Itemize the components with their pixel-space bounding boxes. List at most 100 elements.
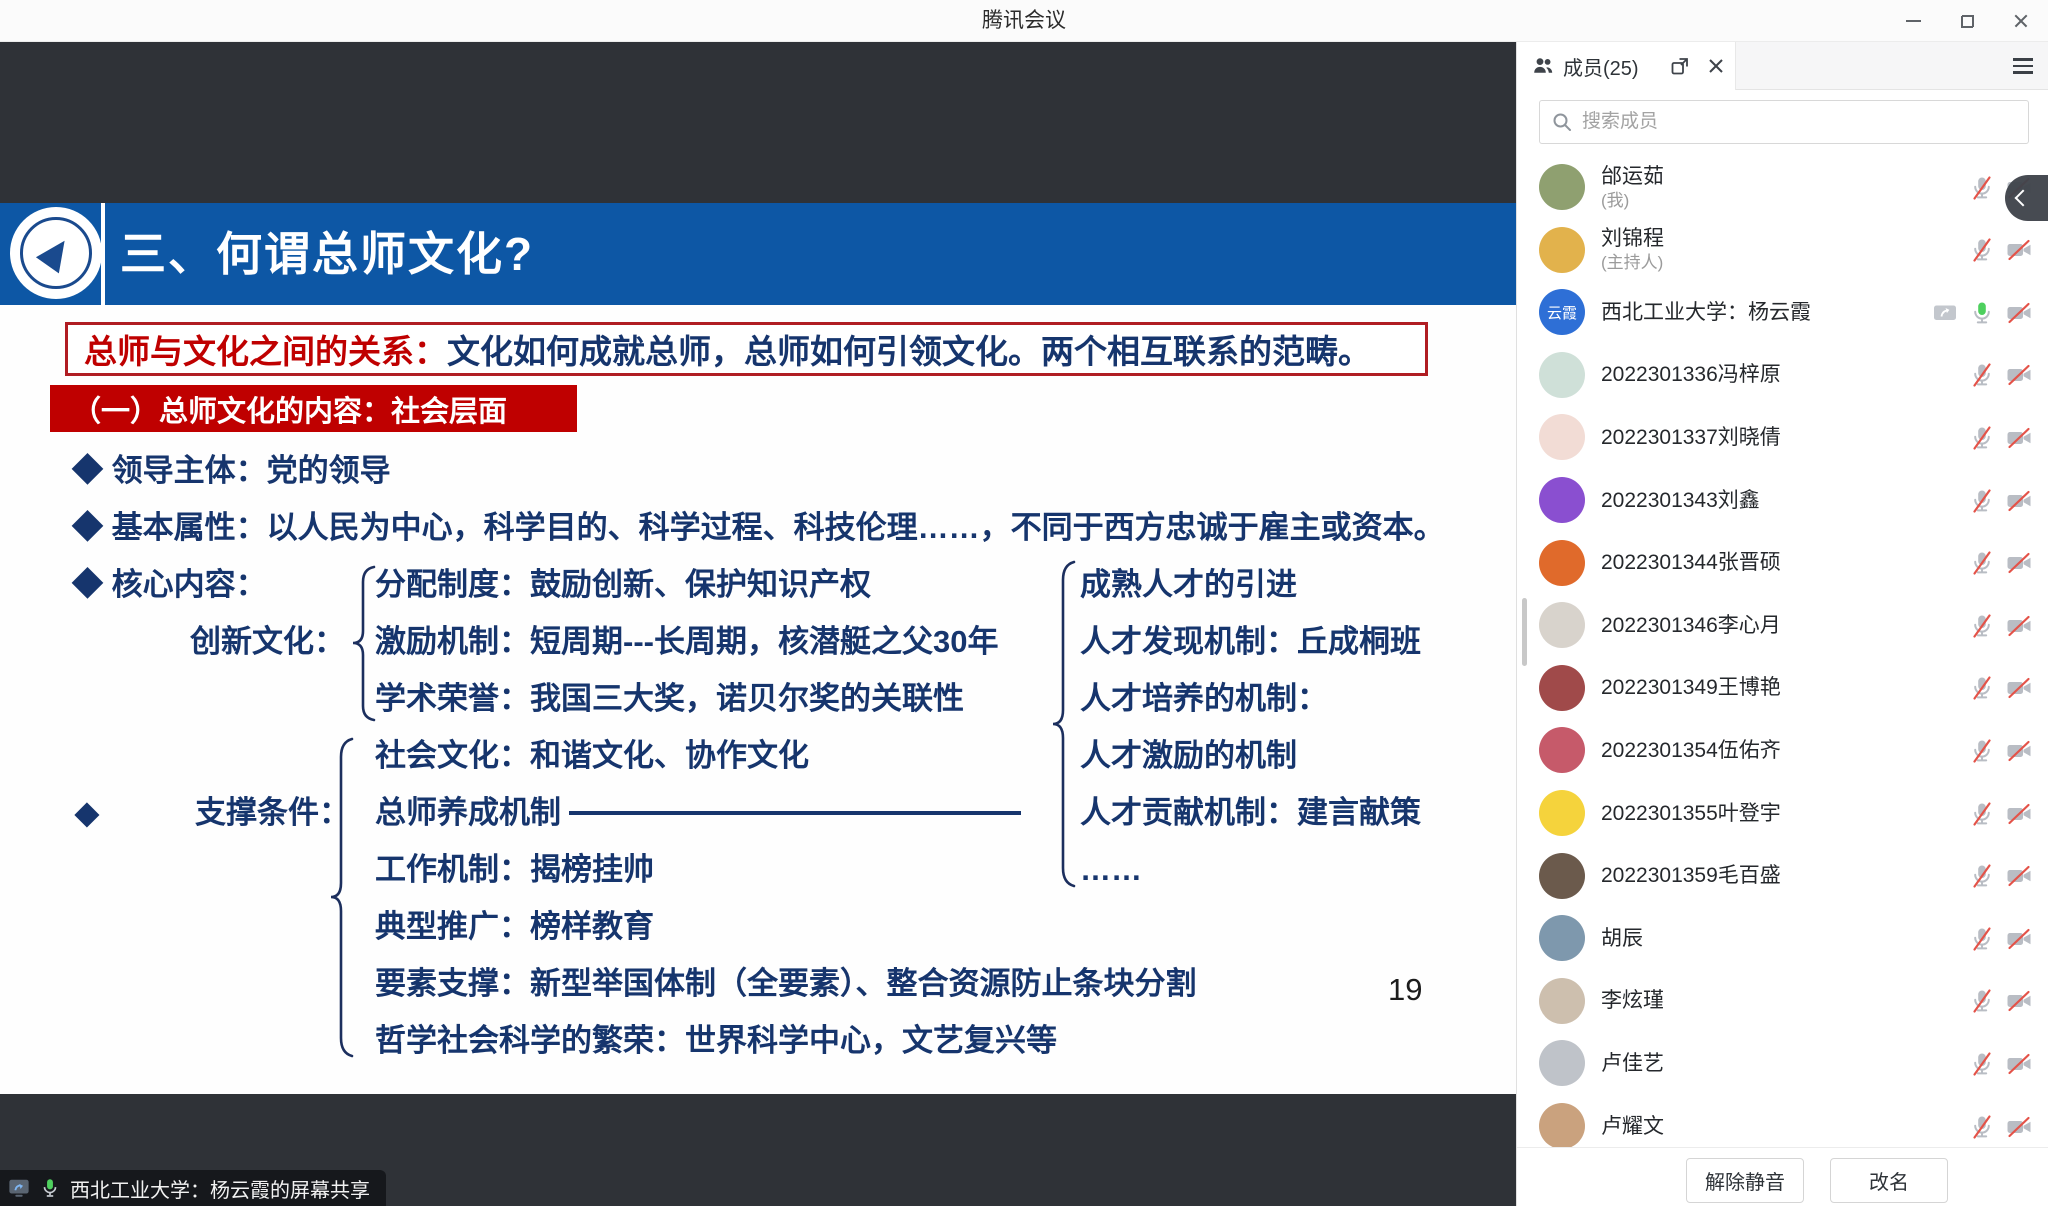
camera-icon bbox=[2005, 612, 2033, 640]
screen-share-stage: 三、何谓总师文化? 总师与文化之间的关系： 文化如何成就总师，总师如何引领文化。… bbox=[0, 42, 1516, 1206]
member-name: 2022301343刘鑫 bbox=[1601, 488, 1760, 514]
slide-tree-right-row: 人才培养的机制： bbox=[1080, 678, 1328, 720]
member-row[interactable]: 胡辰 bbox=[1517, 907, 2048, 970]
member-name: 2022301337刘晓倩 bbox=[1601, 425, 1781, 451]
camera-icon bbox=[2005, 361, 2033, 389]
slide-tree-right-row: 人才贡献机制：建言献策 bbox=[1080, 792, 1421, 834]
camera-icon bbox=[2005, 987, 2033, 1015]
camera-icon bbox=[2005, 674, 2033, 702]
camera-icon bbox=[2005, 299, 2033, 327]
restore-icon bbox=[1961, 15, 1974, 28]
member-row[interactable]: 卢佳艺 bbox=[1517, 1032, 2048, 1095]
member-row[interactable]: 邰运茹 (我) bbox=[1517, 156, 2048, 219]
slide-header-band: 三、何谓总师文化? bbox=[0, 203, 1516, 305]
member-row[interactable]: 2022301337刘晓倩 bbox=[1517, 406, 2048, 469]
camera-icon bbox=[2005, 424, 2033, 452]
member-list: 邰运茹 (我) 刘锦程 (主持人) bbox=[1517, 42, 2048, 1147]
member-row[interactable]: 2022301349王博艳 bbox=[1517, 657, 2048, 720]
member-name: 李炫瑾 bbox=[1601, 988, 1664, 1014]
member-name: 2022301349王博艳 bbox=[1601, 675, 1781, 701]
slide-tree-right-row: 人才激励的机制 bbox=[1080, 735, 1297, 777]
member-name: 2022301336冯梓原 bbox=[1601, 362, 1781, 388]
member-name: 2022301344张晋硕 bbox=[1601, 550, 1781, 576]
section-title-box: （一）总师文化的内容：社会层面 bbox=[50, 385, 577, 432]
core-content-label: ◆ 核心内容： bbox=[72, 564, 267, 606]
slide-tree-left-row: 学术荣誉：我国三大奖，诺贝尔奖的关联性 bbox=[375, 678, 964, 720]
app-window: 腾讯会议 三、何谓总师文化? 总师与文化之间的关系： 文化如何成就总师，总师如何… bbox=[0, 0, 2048, 1206]
member-avatar bbox=[1539, 853, 1585, 899]
mic-icon bbox=[1968, 862, 1996, 890]
member-row[interactable]: 2022301336冯梓原 bbox=[1517, 344, 2048, 407]
rename-button[interactable]: 改名 bbox=[1830, 1158, 1948, 1203]
slide-tree-left-row: 哲学社会科学的繁荣：世界科学中心，文艺复兴等 bbox=[375, 1020, 1057, 1062]
brace-innovation bbox=[350, 565, 378, 722]
mic-icon bbox=[1968, 925, 1996, 953]
slide-tree-right-row: …… bbox=[1080, 849, 1142, 891]
member-avatar bbox=[1539, 665, 1585, 711]
member-row[interactable]: 2022301346李心月 bbox=[1517, 594, 2048, 657]
member-avatar bbox=[1539, 1103, 1585, 1147]
bullet-leadership: ◆ 领导主体：党的领导 bbox=[72, 450, 391, 492]
minimize-icon bbox=[1906, 20, 1921, 22]
mic-icon bbox=[1968, 612, 1996, 640]
share-status-text: 西北工业大学：杨云霞的屏幕共享 bbox=[70, 1174, 370, 1203]
member-row[interactable]: 2022301355叶登宇 bbox=[1517, 782, 2048, 845]
mic-icon bbox=[1968, 1113, 1996, 1141]
brace-talent bbox=[1050, 560, 1078, 888]
member-name: 邰运茹 bbox=[1601, 164, 1664, 190]
member-avatar bbox=[1539, 477, 1585, 523]
screen-share-icon bbox=[1931, 299, 1959, 327]
member-role: (主持人) bbox=[1601, 252, 1664, 274]
brace-support bbox=[328, 737, 356, 1058]
mic-icon bbox=[1968, 236, 1996, 264]
mic-icon bbox=[1968, 674, 1996, 702]
member-row[interactable]: 云霞 西北工业大学：杨云霞 bbox=[1517, 281, 2048, 344]
camera-icon bbox=[2005, 1113, 2033, 1141]
mic-icon bbox=[1968, 987, 1996, 1015]
restore-button[interactable] bbox=[1952, 6, 1982, 36]
unmute-button[interactable]: 解除静音 bbox=[1686, 1158, 1804, 1203]
mic-icon bbox=[1968, 424, 1996, 452]
member-avatar bbox=[1539, 790, 1585, 836]
slide-tree-right-row: 人才发现机制：丘成桐班 bbox=[1080, 621, 1421, 663]
member-row[interactable]: 刘锦程 (主持人) bbox=[1517, 219, 2048, 282]
scrollbar-thumb[interactable] bbox=[1522, 598, 1527, 666]
bullet-attributes: ◆ 基本属性：以人民为中心，科学目的、科学过程、科技伦理……，不同于西方忠诚于雇… bbox=[72, 507, 1445, 549]
member-row[interactable]: 卢耀文 bbox=[1517, 1095, 2048, 1147]
mic-icon bbox=[1968, 737, 1996, 765]
slide-tree-left-row: 激励机制：短周期---长周期，核潜艇之父30年 bbox=[375, 621, 998, 663]
member-avatar bbox=[1539, 602, 1585, 648]
member-row[interactable]: 2022301344张晋硕 bbox=[1517, 532, 2048, 595]
connector-line bbox=[569, 811, 1021, 815]
member-name: 胡辰 bbox=[1601, 926, 1643, 952]
share-screen-icon bbox=[8, 1177, 30, 1199]
member-row[interactable]: 2022301359毛百盛 bbox=[1517, 845, 2048, 908]
camera-icon bbox=[2005, 549, 2033, 577]
camera-icon bbox=[2005, 236, 2033, 264]
member-avatar bbox=[1539, 915, 1585, 961]
member-avatar bbox=[1539, 227, 1585, 273]
close-button[interactable] bbox=[2006, 6, 2036, 36]
slide-tree-left-row: 分配制度：鼓励创新、保护知识产权 bbox=[375, 564, 871, 606]
member-row[interactable]: 李炫瑾 bbox=[1517, 970, 2048, 1033]
mic-icon bbox=[1968, 174, 1996, 202]
relation-lead: 总师与文化之间的关系： bbox=[84, 325, 447, 373]
camera-icon bbox=[2005, 862, 2033, 890]
slide-tree-right-row: 成熟人才的引进 bbox=[1080, 564, 1297, 606]
member-avatar bbox=[1539, 352, 1585, 398]
active-mic-icon bbox=[39, 1177, 61, 1199]
member-name: 2022301354伍佑齐 bbox=[1601, 738, 1781, 764]
member-row[interactable]: 2022301354伍佑齐 bbox=[1517, 719, 2048, 782]
mic-icon bbox=[1968, 549, 1996, 577]
camera-icon bbox=[2005, 737, 2033, 765]
member-avatar bbox=[1539, 727, 1585, 773]
member-row[interactable]: 2022301343刘鑫 bbox=[1517, 469, 2048, 532]
slide-title: 三、何谓总师文化? bbox=[120, 203, 534, 305]
window-title: 腾讯会议 bbox=[0, 0, 2048, 42]
slide-tree-left-row: 要素支撑：新型举国体制（全要素）、整合资源防止条块分割 bbox=[375, 963, 1197, 1005]
panel-collapse-tab[interactable] bbox=[2005, 175, 2048, 221]
page-number: 19 bbox=[1388, 972, 1422, 1008]
slide-tree-left-row: 总师养成机制 bbox=[375, 792, 1021, 834]
minimize-button[interactable] bbox=[1898, 6, 1928, 36]
member-name: 卢佳艺 bbox=[1601, 1051, 1664, 1077]
